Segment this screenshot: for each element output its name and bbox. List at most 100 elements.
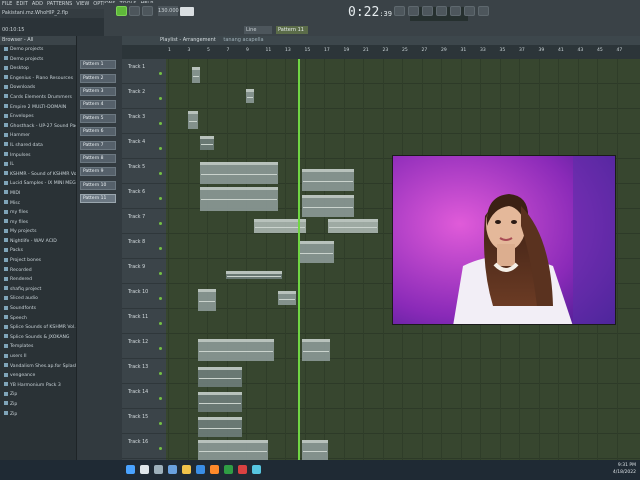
browser-item[interactable]: Nightlife - WAV ACID <box>0 237 76 247</box>
stop-button[interactable] <box>129 6 140 16</box>
pattern-item[interactable]: Pattern 5 <box>77 112 122 125</box>
track-mute-led[interactable] <box>159 247 162 250</box>
browser-item[interactable]: Ghosthack - UP-27 Sound Packs <box>0 122 76 132</box>
browser-item[interactable]: Envelopes <box>0 112 76 122</box>
track-mute-led[interactable] <box>159 297 162 300</box>
browser-item[interactable]: Vandalism Shes.ap.for Splash <box>0 362 76 372</box>
pattern-item[interactable]: Pattern 10 <box>77 179 122 192</box>
settings-icon[interactable] <box>478 6 489 16</box>
playhead[interactable] <box>298 59 300 460</box>
browser-item[interactable]: MIDI <box>0 189 76 199</box>
record-button[interactable] <box>142 6 153 16</box>
browser-item[interactable]: YB Harmonium Pack 3 <box>0 381 76 391</box>
browser-item[interactable]: Zip <box>0 400 76 410</box>
browser-item[interactable]: Impulses <box>0 151 76 161</box>
menu-patterns[interactable]: PATTERNS <box>45 0 74 9</box>
widgets-icon[interactable] <box>168 465 177 474</box>
track-mute-led[interactable] <box>159 172 162 175</box>
browser-item[interactable]: Soundfonts <box>0 304 76 314</box>
browser-item[interactable]: Demo projects <box>0 55 76 65</box>
track-header[interactable]: Track 11 <box>122 309 166 334</box>
track-header[interactable]: Track 7 <box>122 209 166 234</box>
tempo-display[interactable]: 130.000 <box>158 6 179 16</box>
browser-item[interactable]: Sliced audio <box>0 294 76 304</box>
track-mute-led[interactable] <box>159 147 162 150</box>
track-mute-led[interactable] <box>159 422 162 425</box>
browser-item[interactable]: Desktop <box>0 64 76 74</box>
pattern-item[interactable]: Pattern 11 <box>77 192 122 205</box>
pattern-item[interactable]: Pattern 6 <box>77 125 122 138</box>
browser-item[interactable]: Hammer <box>0 131 76 141</box>
track-header[interactable]: Track 14 <box>122 384 166 409</box>
audio-clip[interactable] <box>198 417 242 437</box>
browser-icon[interactable] <box>450 6 461 16</box>
timeline-ruler[interactable]: 1 3 5 7 9 11 13 15 17 19 21 23 25 27 29 31 33 35 37 39 41 43 4… <box>122 45 640 59</box>
audio-clip[interactable] <box>200 187 278 211</box>
browser-item[interactable]: Recorded <box>0 266 76 276</box>
browser-item[interactable]: Downloads <box>0 83 76 93</box>
search-icon[interactable] <box>140 465 149 474</box>
audio-clip[interactable] <box>302 440 328 460</box>
audio-clip[interactable] <box>192 67 200 83</box>
track-header[interactable]: Track 3 <box>122 109 166 134</box>
track-header[interactable]: Track 12 <box>122 334 166 359</box>
browser-item[interactable]: my files <box>0 208 76 218</box>
channel-rack-icon[interactable] <box>436 6 447 16</box>
track-mute-led[interactable] <box>159 222 162 225</box>
browser-item[interactable]: users Il <box>0 352 76 362</box>
pattern-song-toggle[interactable] <box>180 7 194 16</box>
audio-clip[interactable] <box>188 111 198 129</box>
pattern-item[interactable]: Pattern 1 <box>77 58 122 71</box>
browser-item[interactable]: Splice Sounds of KSHMR Vol.3 <box>0 323 76 333</box>
track-mute-led[interactable] <box>159 322 162 325</box>
track-mute-led[interactable] <box>159 397 162 400</box>
audio-clip[interactable] <box>200 162 278 184</box>
browser-item[interactable]: Zip <box>0 390 76 400</box>
track-header[interactable]: Track 15 <box>122 409 166 434</box>
audio-clip[interactable] <box>198 339 274 361</box>
audio-clip[interactable] <box>278 291 296 305</box>
audio-clip[interactable] <box>198 440 268 460</box>
browser-item[interactable]: Lucid Samples - IX MINI MEGA FX <box>0 179 76 189</box>
menu-file[interactable]: FILE <box>0 0 14 9</box>
app-icon-3[interactable] <box>252 465 261 474</box>
audio-clip[interactable] <box>302 339 330 361</box>
browser-item[interactable]: Packs <box>0 246 76 256</box>
track-mute-led[interactable] <box>159 272 162 275</box>
browser-item[interactable]: Cards Elements Drummers <box>0 93 76 103</box>
browser-item[interactable]: vengeance <box>0 371 76 381</box>
track-mute-led[interactable] <box>159 372 162 375</box>
browser-item[interactable]: Misc <box>0 199 76 209</box>
audio-clip[interactable] <box>302 195 354 217</box>
browser-item[interactable]: Zip <box>0 410 76 420</box>
audio-clip[interactable] <box>200 136 214 150</box>
menu-edit[interactable]: EDIT <box>14 0 30 9</box>
mixer-icon[interactable] <box>422 6 433 16</box>
audio-clip[interactable] <box>198 289 216 311</box>
play-button[interactable] <box>116 6 127 16</box>
track-header[interactable]: Track 4 <box>122 134 166 159</box>
app-icon[interactable] <box>224 465 233 474</box>
audio-clip[interactable] <box>226 271 282 279</box>
browser-item[interactable]: my files <box>0 218 76 228</box>
browser-item[interactable]: My projects <box>0 227 76 237</box>
pattern-item[interactable]: Pattern 4 <box>77 98 122 111</box>
snap-select[interactable]: Line <box>244 26 272 34</box>
gear-icon[interactable] <box>394 6 405 16</box>
fl-studio-icon[interactable] <box>210 465 219 474</box>
browser-item[interactable]: Project bones <box>0 256 76 266</box>
app-icon-2[interactable] <box>238 465 247 474</box>
pattern-item[interactable]: Pattern 7 <box>77 138 122 151</box>
audio-clip[interactable] <box>298 241 334 263</box>
track-header[interactable]: Track 2 <box>122 84 166 109</box>
menu-view[interactable]: VIEW <box>74 0 91 9</box>
browser-item[interactable]: Demo projects <box>0 45 76 55</box>
audio-clip[interactable] <box>302 169 354 191</box>
track-header[interactable]: Track 6 <box>122 184 166 209</box>
browser-item[interactable]: shafiq project <box>0 285 76 295</box>
audio-clip[interactable] <box>198 367 242 387</box>
menu-add[interactable]: ADD <box>30 0 45 9</box>
track-header[interactable]: Track 13 <box>122 359 166 384</box>
browser-item[interactable]: Empire 2 MULTI-DOMAIN <box>0 103 76 113</box>
track-header[interactable]: Track 10 <box>122 284 166 309</box>
